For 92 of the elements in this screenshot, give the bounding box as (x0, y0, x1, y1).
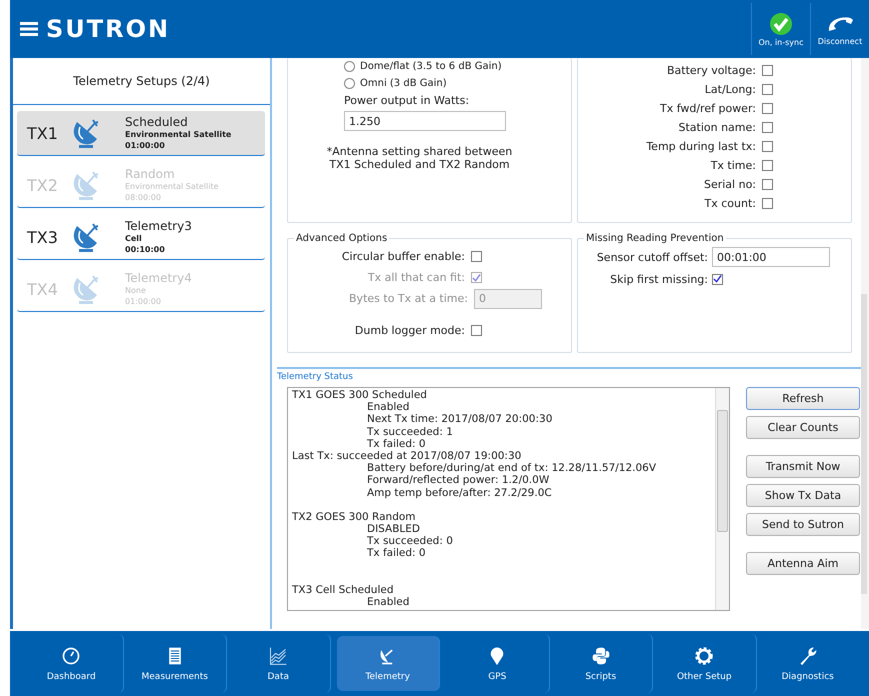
setup-name: Scheduled (125, 115, 189, 129)
group-title: Advanced Options (295, 233, 388, 244)
sync-status-button[interactable]: On, in-sync (751, 3, 810, 55)
setup-name: Telemetry3 (125, 219, 192, 233)
group-title: Missing Reading Prevention (585, 233, 725, 244)
satellite-dish-icon (71, 273, 101, 305)
setup-interval: 01:00:00 (125, 296, 162, 307)
option-label: Sensor cutoff offset: (596, 250, 708, 264)
option-label: Temp during last tx: (646, 140, 756, 153)
action-button[interactable]: Transmit Now (746, 455, 860, 478)
nav-tab[interactable]: Diagnostics (756, 634, 859, 693)
nav-tab[interactable]: GPS (446, 634, 550, 693)
sidebar-title: Telemetry Setups (2/4) (13, 58, 270, 105)
option-label: Tx all that can fit: (368, 271, 465, 284)
log-line: DISABLED (367, 523, 420, 536)
antenna-radio[interactable]: Dome/flat (3.5 to 6 dB Gain) (296, 58, 563, 75)
option-label: Tx time: (710, 159, 756, 172)
log-line: Tx succeeded: 1 (367, 426, 453, 438)
setup-interval: 00:10:00 (125, 244, 166, 255)
option-label: Dumb logger mode: (354, 324, 465, 337)
checkbox[interactable] (762, 160, 773, 171)
option-label: Serial no: (704, 178, 756, 191)
checkbox[interactable] (762, 122, 773, 133)
satellite-dish-icon (71, 117, 101, 149)
cutoff-input[interactable]: 00:01:00 (712, 247, 830, 267)
checkbox[interactable] (762, 141, 773, 152)
checkbox[interactable] (762, 65, 773, 76)
log-line: Battery before/during/at end of tx: 12.28/11.57/12.06V (367, 462, 656, 474)
antenna-note: *Antenna setting shared between TX1 Scheduled and TX2 Random (326, 145, 514, 171)
log-line: Tx failed: 0 (367, 547, 426, 560)
option-label: Circular buffer enable: (342, 250, 465, 263)
telemetry-setup-item[interactable]: TX1 Scheduled Environmental Satellite 01:00:00 (17, 111, 265, 156)
log-line: TX3 Cell Scheduled (292, 584, 394, 596)
action-button[interactable]: Send to Sutron (746, 513, 860, 536)
antenna-radio[interactable]: Omni (3 dB Gain) (296, 75, 563, 92)
gear-icon (694, 646, 714, 666)
setup-interval: 01:00:00 (125, 140, 166, 151)
log-line: Tx succeeded: 0 (367, 535, 453, 548)
checkbox[interactable] (471, 251, 482, 262)
checkbox[interactable] (471, 325, 482, 336)
setup-interval: 08:00:00 (125, 192, 162, 203)
nav-tab[interactable]: Other Setup (653, 634, 756, 693)
option-label: Station name: (678, 121, 756, 134)
satellite-dish-icon (71, 169, 101, 201)
disconnect-button[interactable]: Disconnect (810, 3, 869, 55)
option-label: Battery voltage: (666, 64, 756, 77)
setup-type: Environmental Satellite (125, 181, 219, 192)
checkbox[interactable] (762, 84, 773, 95)
line-chart-icon (268, 646, 288, 666)
satellite-dish-icon (71, 221, 101, 253)
nav-tab[interactable]: Dashboard (20, 634, 124, 693)
option-label: Tx fwd/ref power: (660, 102, 756, 115)
log-line: Enabled (367, 401, 410, 414)
action-button[interactable]: Antenna Aim (746, 552, 860, 575)
setup-name: Random (125, 167, 176, 181)
setup-type: None (125, 285, 147, 296)
status-title: Telemetry Status (277, 372, 354, 382)
power-input[interactable]: 1.250 (344, 111, 506, 131)
checkbox[interactable] (762, 179, 773, 190)
gauge-icon (61, 646, 82, 666)
setup-type: Cell (125, 233, 143, 244)
check-icon (769, 12, 793, 36)
log-line: Next Tx time: 2017/08/07 20:00:30 (367, 413, 552, 426)
checkbox[interactable] (712, 274, 723, 284)
logo-text: SUTRON (46, 15, 170, 43)
telemetry-setup-item[interactable]: TX3 Telemetry3 Cell 00:10:00 (17, 215, 265, 260)
nav-tab[interactable]: Telemetry (336, 636, 440, 691)
nav-tab[interactable]: Scripts (550, 634, 653, 693)
setup-type: Environmental Satellite (125, 129, 232, 140)
checkbox[interactable] (762, 198, 773, 209)
power-label: Power output in Watts: (343, 94, 470, 107)
log-line: Amp temp before/after: 27.2/29.0C (367, 486, 552, 498)
python-icon (590, 646, 611, 666)
log-line: Forward/reflected power: 1.2/0.0W (367, 474, 550, 486)
log-line: Last Tx: succeeded at 2017/08/07 19:00:30 (292, 450, 522, 462)
nav-tab[interactable]: Data (227, 634, 330, 693)
log-line: Enabled (367, 596, 410, 608)
checkbox[interactable] (762, 103, 773, 114)
setup-name: Telemetry4 (125, 271, 192, 285)
option-label: Skip first missing: (609, 272, 708, 286)
log-line: TX2 GOES 300 Random (292, 510, 416, 523)
option-label: Bytes to Tx at a time: (349, 292, 468, 305)
menu-icon[interactable] (20, 22, 38, 36)
action-button[interactable]: Clear Counts (746, 416, 860, 439)
option-label: Tx count: (704, 197, 756, 210)
wrench-icon (798, 646, 818, 666)
log-line: Tx failed: 0 (367, 438, 426, 450)
nav-tab[interactable]: Measurements (124, 634, 227, 693)
action-button[interactable]: Refresh (746, 387, 860, 410)
option-label: Lat/Long: (704, 83, 756, 96)
action-button[interactable]: Show Tx Data (746, 484, 860, 507)
log-line: TX1 GOES 300 Scheduled (292, 389, 427, 401)
